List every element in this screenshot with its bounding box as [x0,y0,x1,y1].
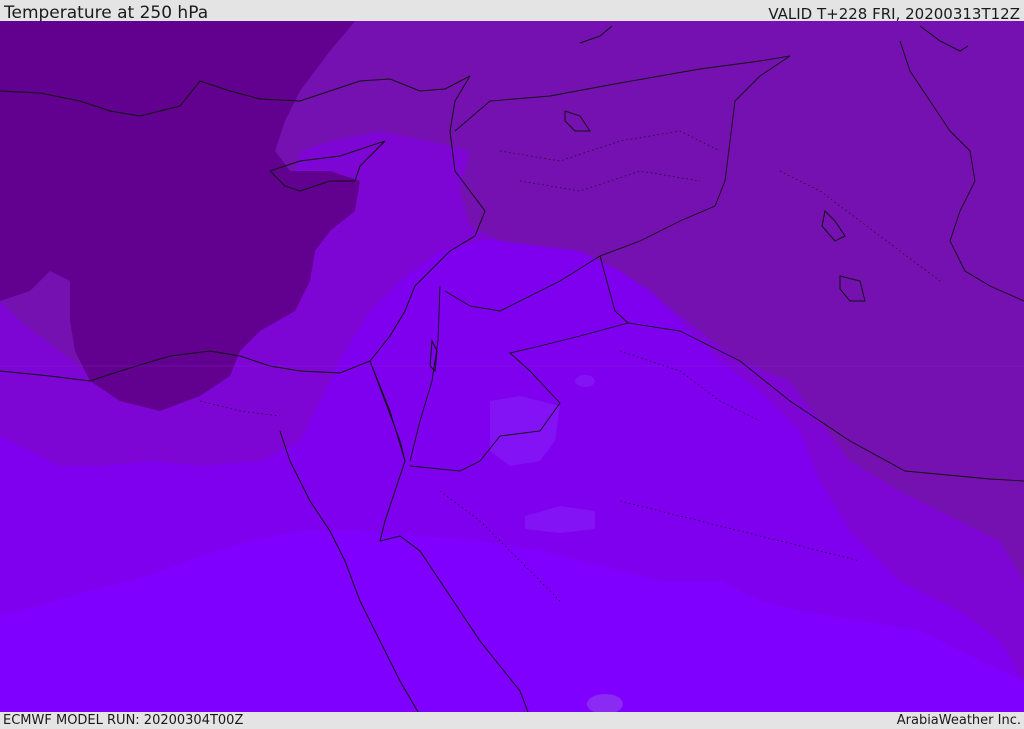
map-canvas [0,21,1024,712]
model-run-label: ECMWF MODEL RUN: 20200304T00Z [3,713,244,728]
map-svg [0,21,1024,712]
map-title: Temperature at 250 hPa [4,3,209,23]
map-frame: Temperature at 250 hPa VALID T+228 FRI, … [0,0,1024,729]
header-bar: Temperature at 250 hPa VALID T+228 FRI, … [0,0,1024,23]
temp-patch-warm [575,375,595,387]
credit-label: ArabiaWeather Inc. [896,713,1021,728]
footer-bar: ECMWF MODEL RUN: 20200304T00Z ArabiaWeat… [0,712,1024,729]
